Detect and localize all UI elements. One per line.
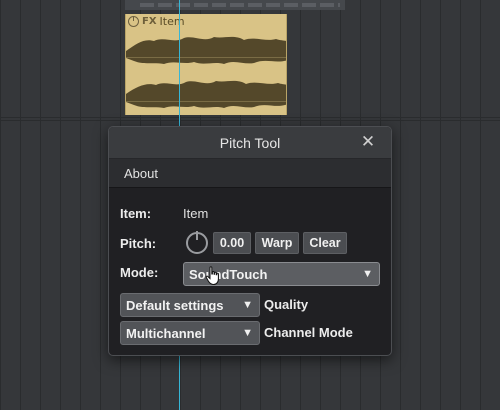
clear-button[interactable]: Clear xyxy=(303,232,347,254)
mode-label: Mode: xyxy=(120,265,159,280)
hand-pointer-icon xyxy=(205,266,219,286)
track-separator xyxy=(0,120,500,121)
chevron-down-icon: ▼ xyxy=(362,268,373,280)
channel-mode-selected-value: Multichannel xyxy=(126,325,206,341)
channel-mode-label: Channel Mode xyxy=(264,325,353,340)
pitch-tool-dialog: Pitch Tool ✕ About Item: Item Pitch: 0.0… xyxy=(108,126,392,356)
item-label: Item: xyxy=(120,206,152,221)
pitch-knob-icon[interactable] xyxy=(186,231,208,254)
dialog-titlebar[interactable]: Pitch Tool ✕ xyxy=(109,127,391,158)
quality-row: Quality xyxy=(264,297,308,312)
warp-button[interactable]: Warp xyxy=(255,232,299,254)
dialog-title: Pitch Tool xyxy=(219,134,281,151)
track-separator xyxy=(0,117,500,118)
divider xyxy=(109,187,391,188)
item-header: FX Item xyxy=(128,14,185,29)
pitch-label: Pitch: xyxy=(120,235,157,251)
chevron-down-icon: ▼ xyxy=(242,327,253,339)
waveform xyxy=(126,36,286,108)
media-item[interactable]: FX Item xyxy=(125,14,287,115)
mode-row: Mode: xyxy=(120,265,158,280)
item-fx-label[interactable]: FX xyxy=(142,16,157,27)
pitch-value-field[interactable]: 0.00 xyxy=(213,232,251,254)
menu-bar: About xyxy=(109,158,391,187)
close-icon[interactable]: ✕ xyxy=(359,133,377,151)
pitch-row: Pitch: 0.00 Warp Clear xyxy=(120,231,347,254)
item-name: Item xyxy=(159,15,185,28)
quality-select[interactable]: Default settings ▼ xyxy=(120,293,260,317)
quality-label: Quality xyxy=(264,297,309,312)
item-row: Item: Item xyxy=(120,206,208,221)
item-value: Item xyxy=(183,206,209,221)
channel-mode-select[interactable]: Multichannel ▼ xyxy=(120,321,260,345)
quality-selected-value: Default settings xyxy=(126,297,224,313)
item-lane-strip-pattern xyxy=(140,3,340,7)
mode-selected-value: SoundTouch xyxy=(189,266,268,282)
chevron-down-icon: ▼ xyxy=(242,299,253,311)
menu-item-about[interactable]: About xyxy=(124,166,158,181)
channel-mode-row: Channel Mode xyxy=(264,325,353,340)
item-volume-icon[interactable] xyxy=(128,16,139,27)
